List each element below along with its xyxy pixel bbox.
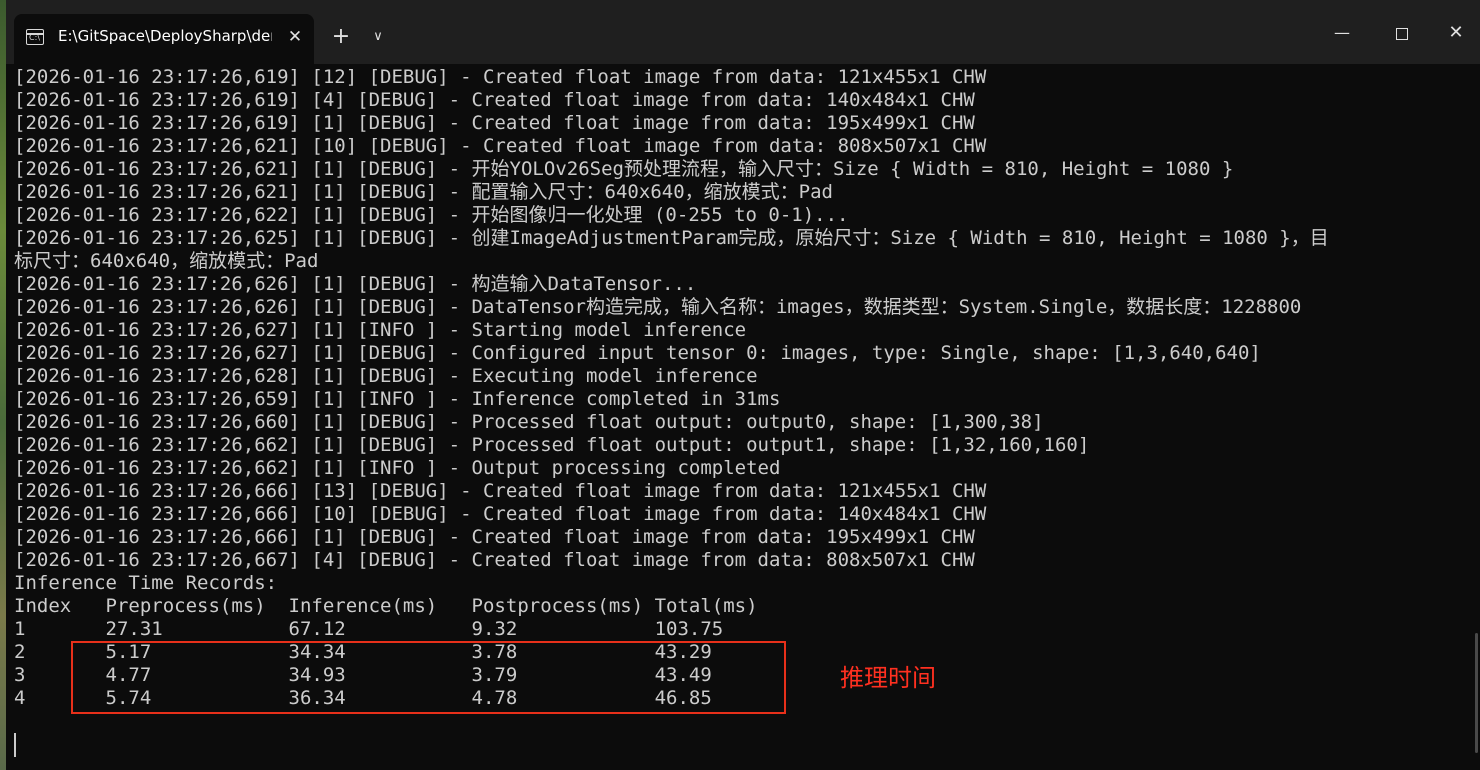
tab-title: E:\GitSpace\DeploySharp\dem [58,27,272,45]
terminal-line: [2026-01-16 23:17:26,666] [10] [DEBUG] -… [14,503,987,525]
terminal-line: 标尺寸：640x640，缩放模式：Pad [14,250,319,272]
terminal-icon: C:\ [26,29,44,45]
new-tab-button[interactable]: + [326,22,356,52]
highlight-box [71,641,786,714]
terminal-line: [2026-01-16 23:17:26,619] [1] [DEBUG] - … [14,112,975,134]
terminal-line: [2026-01-16 23:17:26,666] [1] [DEBUG] - … [14,526,975,548]
maximize-button[interactable] [1382,18,1422,48]
maximize-icon [1396,27,1408,40]
text-cursor [14,733,16,757]
terminal-line: Index Preprocess(ms) Inference(ms) Postp… [14,595,758,617]
scrollbar[interactable] [1475,633,1478,753]
terminal-line: [2026-01-16 23:17:26,659] [1] [INFO ] - … [14,388,781,410]
close-window-button[interactable]: ✕ [1436,18,1476,48]
terminal-line: [2026-01-16 23:17:26,628] [1] [DEBUG] - … [14,365,758,387]
terminal-line: [2026-01-16 23:17:26,626] [1] [DEBUG] - … [14,296,1302,318]
terminal-line: Inference Time Records: [14,572,278,594]
terminal-line: [2026-01-16 23:17:26,662] [1] [DEBUG] - … [14,434,1090,456]
terminal-line: [2026-01-16 23:17:26,622] [1] [DEBUG] - … [14,204,849,226]
terminal-line: [2026-01-16 23:17:26,619] [4] [DEBUG] - … [14,89,975,111]
title-bar[interactable]: C:\ E:\GitSpace\DeploySharp\dem ✕ + ∨ — … [6,0,1480,64]
close-tab-button[interactable]: ✕ [284,26,306,48]
terminal-line: [2026-01-16 23:17:26,619] [12] [DEBUG] -… [14,66,987,88]
terminal-line: [2026-01-16 23:17:26,627] [1] [INFO ] - … [14,319,747,341]
terminal-line: [2026-01-16 23:17:26,621] [10] [DEBUG] -… [14,135,987,157]
terminal-line: [2026-01-16 23:17:26,625] [1] [DEBUG] - … [14,227,1329,249]
terminal-line: [2026-01-16 23:17:26,666] [13] [DEBUG] -… [14,480,987,502]
minimize-button[interactable]: — [1322,18,1362,48]
terminal-tab[interactable]: C:\ E:\GitSpace\DeploySharp\dem ✕ [14,14,314,64]
chevron-down-icon[interactable]: ∨ [366,22,390,52]
terminal-line: [2026-01-16 23:17:26,627] [1] [DEBUG] - … [14,342,1261,364]
terminal-line: [2026-01-16 23:17:26,621] [1] [DEBUG] - … [14,181,833,203]
terminal-line: [2026-01-16 23:17:26,621] [1] [DEBUG] - … [14,158,1234,180]
annotation-label: 推理时间 [840,664,936,692]
terminal-line: [2026-01-16 23:17:26,626] [1] [DEBUG] - … [14,273,697,295]
terminal-line: [2026-01-16 23:17:26,662] [1] [INFO ] - … [14,457,781,479]
terminal-line: [2026-01-16 23:17:26,660] [1] [DEBUG] - … [14,411,1044,433]
terminal-line: [2026-01-16 23:17:26,667] [4] [DEBUG] - … [14,549,975,571]
terminal-line: 1 27.31 67.12 9.32 103.75 [14,618,724,640]
